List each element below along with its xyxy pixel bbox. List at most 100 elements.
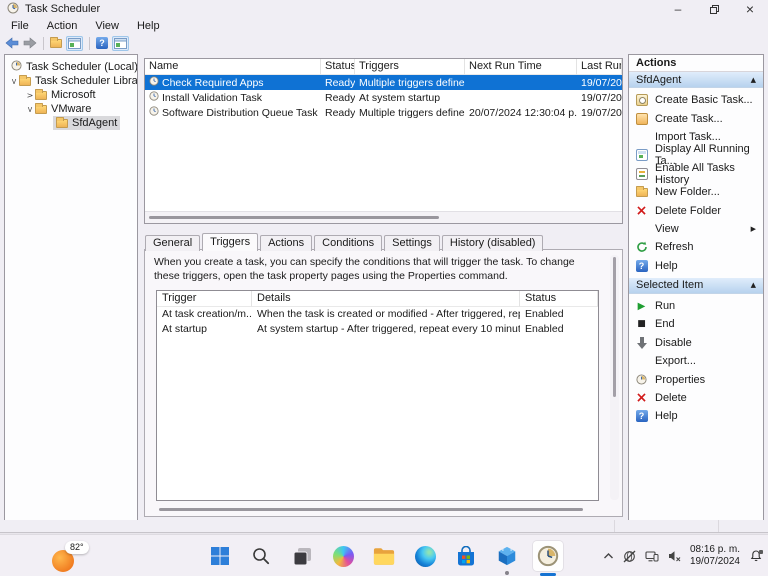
- cube-app-icon[interactable]: [492, 541, 522, 571]
- clock-icon: [149, 76, 159, 89]
- task-scheduler-clock-icon[interactable]: [533, 541, 563, 571]
- start-icon[interactable]: [205, 541, 235, 571]
- create-task-icon: [634, 113, 649, 125]
- edge-icon[interactable]: [410, 541, 440, 571]
- trigger-table-header: Trigger Details Status: [157, 291, 598, 307]
- chevron-collapsed-icon[interactable]: >: [25, 91, 35, 100]
- collapse-caret-icon[interactable]: ▲: [751, 76, 756, 84]
- console-window-icon[interactable]: [66, 36, 83, 51]
- help-icon: ?: [634, 410, 649, 422]
- menu-bar: File Action View Help: [0, 18, 768, 34]
- column-header-name[interactable]: Name: [145, 59, 321, 75]
- action-delete-folder[interactable]: × Delete Folder: [629, 201, 763, 219]
- task-list: Name Status Triggers Next Run Time Last …: [144, 58, 623, 224]
- collapse-caret-icon[interactable]: ▲: [751, 281, 756, 289]
- actions-section-sfdagent[interactable]: SfdAgent ▲: [629, 72, 763, 88]
- clock-time: 08:16 p. m.: [690, 544, 740, 556]
- tab-settings[interactable]: Settings: [384, 235, 440, 251]
- action-enable-history[interactable]: Enable All Tasks History: [629, 165, 763, 183]
- refresh-icon: [634, 241, 649, 253]
- system-tray: 08:16 p. m. 19/07/2024: [603, 535, 764, 576]
- close-button[interactable]: ×: [732, 0, 768, 18]
- action-end[interactable]: ■ End: [629, 315, 763, 333]
- taskbar-clock[interactable]: 08:16 p. m. 19/07/2024: [690, 544, 740, 568]
- column-header-details[interactable]: Details: [252, 291, 520, 307]
- menu-help[interactable]: Help: [128, 20, 169, 32]
- action-create-basic-task[interactable]: Create Basic Task...: [629, 91, 763, 109]
- column-header-status[interactable]: Status: [321, 59, 355, 75]
- tree-item-vmware[interactable]: > VMware: [5, 102, 137, 116]
- folder-icon: [56, 119, 68, 128]
- task-list-horizontal-scrollbar[interactable]: [145, 211, 622, 223]
- tree-item-library[interactable]: > Task Scheduler Library: [5, 74, 137, 88]
- tree-item-sfdagent[interactable]: SfdAgent: [5, 116, 137, 130]
- running-indicator: [505, 571, 509, 575]
- action-view[interactable]: View ▶: [629, 220, 763, 238]
- column-header-last-run[interactable]: Last Run Time: [577, 59, 622, 75]
- action-disable[interactable]: Disable: [629, 334, 763, 352]
- tree-item-microsoft[interactable]: > Microsoft: [5, 88, 137, 102]
- actions-panel-title: Actions: [629, 55, 763, 72]
- tree-item-local[interactable]: Task Scheduler (Local): [5, 60, 137, 74]
- column-header-triggers[interactable]: Triggers: [355, 59, 465, 75]
- action-export[interactable]: Export...: [629, 352, 763, 370]
- toolbar-separator: [43, 37, 44, 50]
- detail-horizontal-scrollbar[interactable]: [151, 505, 611, 513]
- column-header-trigger[interactable]: Trigger: [157, 291, 252, 307]
- column-header-next-run[interactable]: Next Run Time: [465, 59, 577, 75]
- action-run[interactable]: ▶ Run: [629, 297, 763, 315]
- new-folder-icon: [634, 188, 649, 197]
- search-icon[interactable]: [246, 541, 276, 571]
- task-view-icon[interactable]: [287, 541, 317, 571]
- table-row[interactable]: Software Distribution Queue Task Ready M…: [145, 105, 622, 120]
- table-row[interactable]: Install Validation Task Ready At system …: [145, 90, 622, 105]
- action-refresh[interactable]: Refresh: [629, 238, 763, 256]
- hidden-icons-chevron-icon[interactable]: [603, 551, 614, 561]
- chevron-expanded-icon[interactable]: >: [10, 76, 19, 86]
- tab-history[interactable]: History (disabled): [442, 235, 544, 251]
- detail-tabs: General Triggers Actions Conditions Sett…: [145, 233, 545, 251]
- back-icon[interactable]: [5, 37, 19, 49]
- tab-conditions[interactable]: Conditions: [314, 235, 382, 251]
- display-device-icon[interactable]: [645, 550, 659, 563]
- table-row[interactable]: Check Required Apps Ready Multiple trigg…: [145, 75, 622, 90]
- menu-action[interactable]: Action: [38, 20, 87, 32]
- end-stop-icon: ■: [634, 319, 649, 329]
- action-help[interactable]: ? Help: [629, 407, 763, 425]
- table-row[interactable]: At startup At system startup - After tri…: [157, 322, 598, 337]
- clock-icon: [149, 91, 159, 104]
- delete-x-icon: ×: [634, 392, 649, 404]
- action-properties[interactable]: Properties: [629, 370, 763, 388]
- help-icon[interactable]: ?: [96, 37, 108, 49]
- table-row[interactable]: At task creation/m... When the task is c…: [157, 307, 598, 322]
- file-explorer-icon[interactable]: [369, 541, 399, 571]
- console-window-icon[interactable]: [112, 36, 129, 51]
- action-delete[interactable]: × Delete: [629, 389, 763, 407]
- clock-icon: [11, 60, 22, 74]
- forward-icon[interactable]: [23, 37, 37, 49]
- column-header-status[interactable]: Status: [520, 291, 598, 307]
- help-icon: ?: [634, 260, 649, 272]
- menu-view[interactable]: View: [86, 20, 128, 32]
- show-hide-console-tree-icon[interactable]: [50, 39, 62, 48]
- action-help[interactable]: ? Help: [629, 257, 763, 275]
- detail-vertical-scrollbar[interactable]: [610, 255, 619, 500]
- copilot-icon[interactable]: [328, 541, 358, 571]
- display-running-tasks-icon: [634, 149, 649, 161]
- tab-triggers[interactable]: Triggers: [202, 233, 258, 251]
- folder-icon: [35, 105, 47, 114]
- actions-section-selected-item[interactable]: Selected Item ▲: [629, 278, 763, 294]
- notification-bell-icon[interactable]: [749, 549, 764, 563]
- disable-arrow-icon: [634, 337, 649, 349]
- tab-actions[interactable]: Actions: [260, 235, 312, 251]
- network-off-icon[interactable]: [623, 550, 636, 563]
- restore-button[interactable]: [696, 0, 732, 18]
- clock-icon: [149, 106, 159, 119]
- action-create-task[interactable]: Create Task...: [629, 109, 763, 127]
- tab-general[interactable]: General: [145, 235, 200, 251]
- menu-file[interactable]: File: [2, 20, 38, 32]
- chevron-expanded-icon[interactable]: >: [26, 104, 35, 114]
- minimize-button[interactable]: –: [660, 0, 696, 18]
- store-icon[interactable]: [451, 541, 481, 571]
- volume-muted-icon[interactable]: [668, 550, 681, 562]
